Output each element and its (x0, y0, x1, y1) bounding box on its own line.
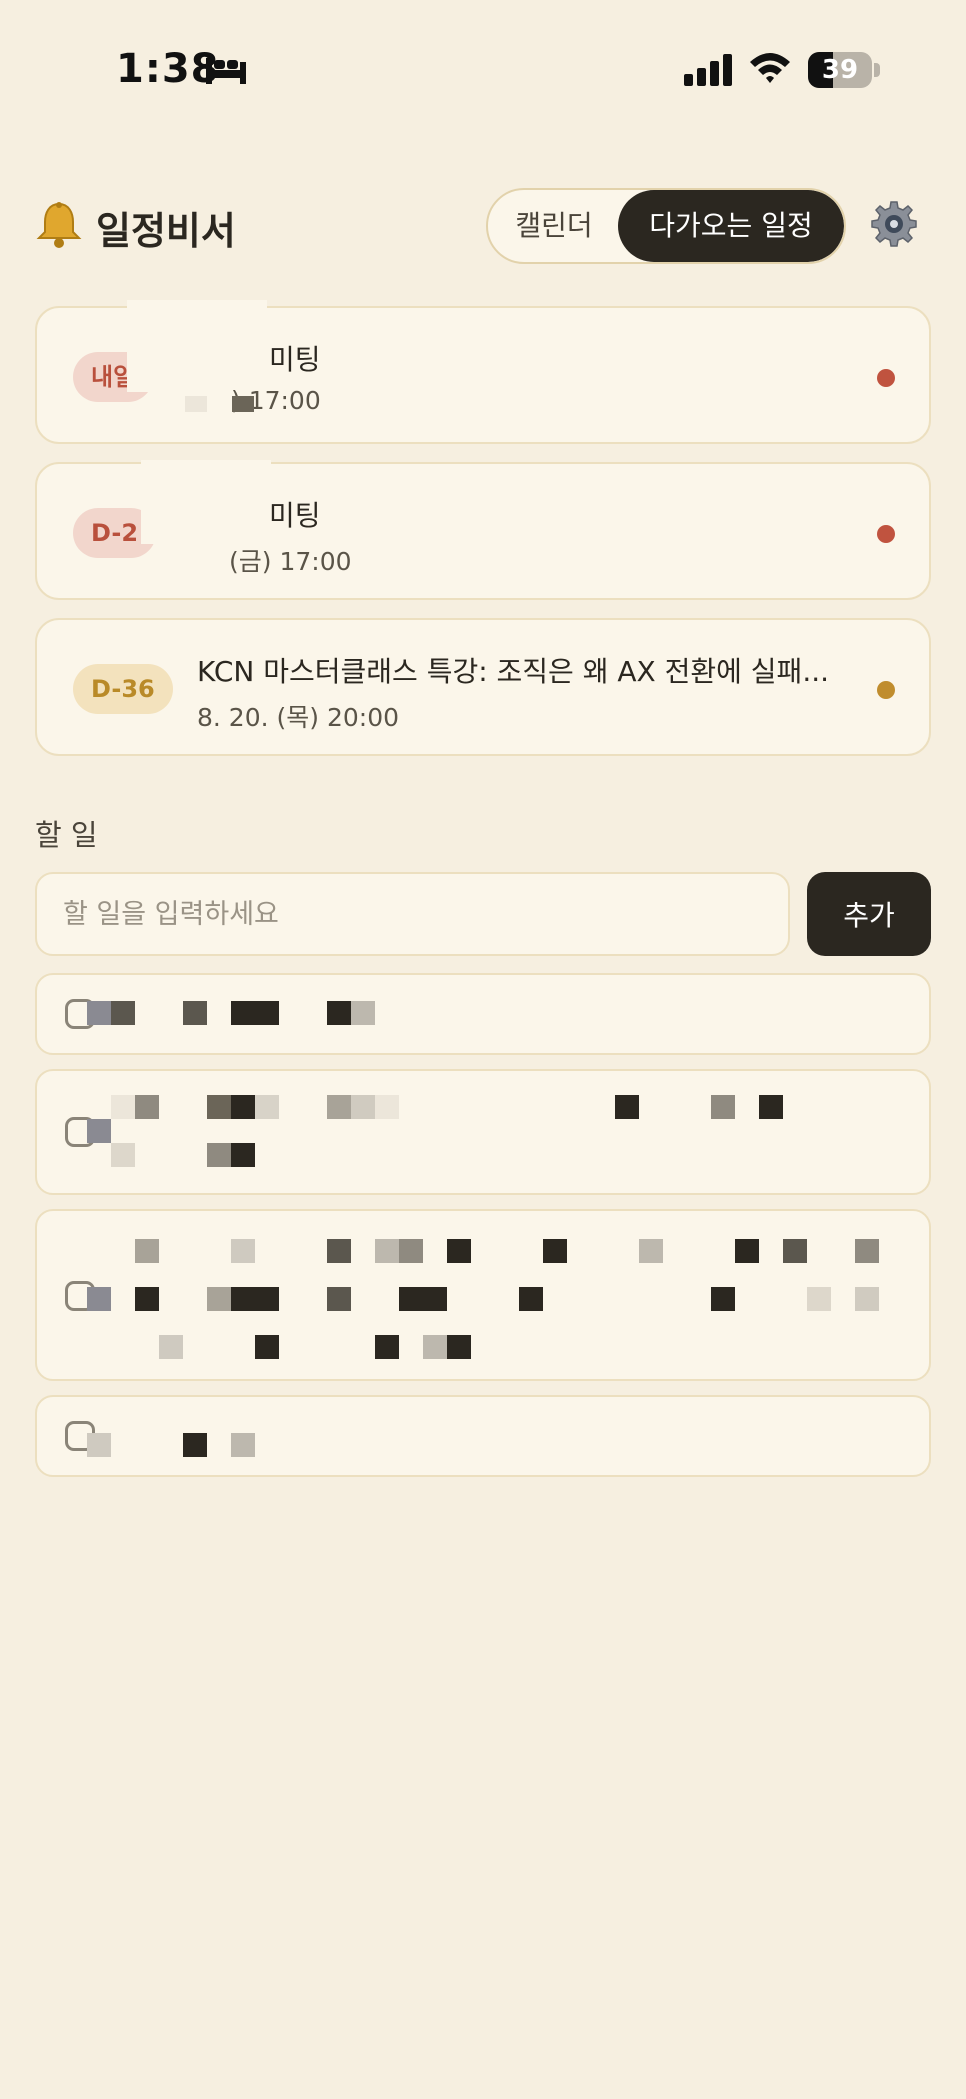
gear-icon[interactable] (870, 200, 918, 248)
event-title: 미팅 (269, 499, 321, 532)
battery-level: 39 (821, 55, 859, 85)
cellular-signal-icon (684, 54, 732, 86)
event-card[interactable]: 내일 미팅 ) 17:00 (35, 300, 931, 444)
battery-icon: 39 (808, 52, 880, 88)
event-title: 미팅 (269, 343, 321, 376)
d-day-badge: D-36 (73, 664, 173, 714)
event-card[interactable]: D-36 KCN 마스터클래스 특강: 조직은 왜 AX 전환에 실패... 8… (35, 618, 931, 756)
event-time: 8. 20. (목) 20:00 (197, 703, 400, 732)
event-color-dot (877, 525, 895, 543)
tab-upcoming[interactable]: 다가오는 일정 (618, 190, 844, 262)
event-color-dot (877, 369, 895, 387)
todo-item (35, 973, 931, 1055)
todo-item (35, 1395, 931, 1477)
wifi-icon (750, 53, 790, 83)
app-header: 일정비서 캘린더 다가오는 일정 (34, 186, 934, 276)
status-time: 1:38 (116, 46, 220, 92)
todo-item (35, 1069, 931, 1195)
todo-input[interactable] (35, 872, 790, 956)
event-color-dot (877, 681, 895, 699)
bell-icon (36, 202, 82, 248)
app-title: 일정비서 (96, 209, 236, 253)
event-card[interactable]: D-2 미팅 (금) 17:00 (35, 460, 931, 600)
tab-calendar[interactable]: 캘린더 (488, 190, 620, 262)
event-time: (금) 17:00 (229, 547, 352, 576)
view-toggle: 캘린더 다가오는 일정 (486, 188, 846, 264)
status-bar: 1:38 39 (0, 0, 966, 140)
todo-heading: 할 일 (35, 818, 98, 852)
todo-item (35, 1209, 931, 1381)
bed-icon (206, 58, 246, 84)
event-title: KCN 마스터클래스 특강: 조직은 왜 AX 전환에 실패... (197, 655, 830, 688)
add-todo-button[interactable]: 추가 (807, 872, 931, 956)
